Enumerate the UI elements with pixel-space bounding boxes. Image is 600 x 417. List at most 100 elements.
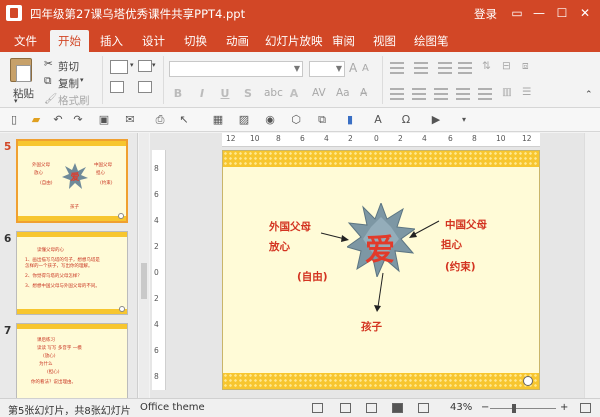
new-slide-icon[interactable] [110,60,128,74]
copy-dropdown-icon[interactable]: ▾ [80,76,84,84]
shapes-icon[interactable]: ⬡ [288,112,304,128]
line-spacing-icon[interactable]: ☰ [522,86,531,98]
ribbon-separator [382,56,383,104]
clear-format-icon[interactable]: A̶ [360,87,367,99]
copy-icon[interactable]: ⧉ [44,75,52,88]
redo-icon[interactable]: ↷ [70,112,86,128]
distributed-icon[interactable] [478,88,492,100]
text-direction-icon[interactable]: ⇅ [482,60,491,72]
undo-icon[interactable]: ↶ [50,112,66,128]
zoom-in-button[interactable]: + [560,402,568,413]
decrease-indent-icon[interactable] [438,62,452,74]
font-size-field[interactable]: ▼ [309,61,345,77]
bold-button[interactable]: B [171,87,185,101]
pointer-icon[interactable]: ↖ [176,112,192,128]
save-icon[interactable]: ▣ [96,112,112,128]
ribbon-display-icon[interactable]: ▭ [508,4,526,22]
slide-sorter-icon[interactable] [340,403,351,413]
section-icon[interactable] [138,81,152,93]
zoom-slider-handle[interactable] [512,404,516,413]
powerpoint-app-icon[interactable] [6,5,22,21]
shrink-font-icon[interactable]: A [362,63,369,74]
slide-thumbnail-6[interactable]: 读懂父母的心 1、画出描写乌塔的句子，想想乌塔是 怎样的一个孩子，写出你的理解。… [16,231,128,315]
close-icon[interactable]: ✕ [576,4,594,22]
tab-drawing-pen[interactable]: 绘图笔 [406,30,457,52]
columns-icon[interactable]: ▥ [502,86,512,98]
tab-slideshow[interactable]: 幻灯片放映 [257,30,331,52]
layout-dropdown-icon[interactable]: ▾ [152,61,156,69]
zoom-out-button[interactable]: − [481,402,489,413]
reading-view-icon[interactable] [418,403,429,413]
slide-thumbnail-7[interactable]: 课后练习 读读 写写 多音字 一模 (放心) 为什么 (担心) 你的看法？说出理… [16,323,128,398]
email-icon[interactable]: ✉ [122,112,138,128]
camera-icon[interactable]: ◉ [262,112,278,128]
align-text-icon[interactable]: ⊟ [502,60,511,72]
char-spacing-icon[interactable]: AV [312,87,326,99]
fit-to-window-icon[interactable] [580,403,591,413]
maximize-icon[interactable]: ☐ [553,4,571,22]
format-painter-icon[interactable]: 🖌 [44,92,57,105]
tab-file[interactable]: 文件 [6,30,45,52]
slide-thumbnail-5[interactable]: 外国父母 放心 (自由) 中国父母 担心 (约束) 孩子 爱 [16,139,128,223]
tab-insert[interactable]: 插入 [92,30,131,52]
align-left-icon[interactable] [390,88,404,100]
collapse-ribbon-icon[interactable]: ⌃ [585,90,593,100]
editor-scrollbar[interactable] [584,133,600,398]
zoom-slider[interactable] [490,408,556,409]
new-slide-dropdown-icon[interactable]: ▾ [130,61,134,69]
italic-button[interactable]: I [195,87,209,101]
strikethrough-icon[interactable]: abc [264,87,283,99]
customize-toolbar-icon[interactable]: ▾ [456,112,472,128]
numbering-icon[interactable] [414,62,428,74]
video-icon[interactable]: ▶ [428,112,444,128]
ruler-tick: 6 [154,346,159,355]
layout-icon[interactable] [138,60,152,72]
normal-view-icon[interactable] [392,403,403,413]
thumb-text: 2、你觉得乌塔的父母怎样？ [25,274,82,279]
cut-button[interactable]: 剪切 [58,59,79,74]
format-painter-button[interactable]: 格式刷 [58,93,90,108]
current-slide[interactable]: 外国父母 放心 (自由) 中国父母 担心 (约束) 孩子 爱 [222,150,540,390]
print-icon[interactable]: ⎙ [152,112,168,128]
slideshow-view-icon[interactable] [312,403,323,413]
minimize-icon[interactable]: — [530,4,548,22]
smartart-insert-icon[interactable]: ⧉ [314,112,330,128]
smartart-icon[interactable]: ⧈ [522,60,529,73]
font-color-button[interactable]: A [287,87,301,101]
increase-indent-icon[interactable] [458,62,472,74]
thumbnail-scrollbar[interactable] [139,133,149,398]
bullets-icon[interactable] [390,62,404,74]
scrollbar-thumb[interactable] [141,263,147,299]
underline-button[interactable]: U [218,87,232,101]
thumb-band [17,309,127,314]
chart-icon[interactable]: ▮ [342,112,358,128]
notes-view-icon[interactable] [366,403,377,413]
table-icon[interactable]: ▦ [210,112,226,128]
new-file-icon[interactable]: ▯ [6,112,22,128]
copy-button[interactable]: 复制 [58,76,79,91]
zoom-level[interactable]: 43% [450,402,472,413]
change-case-icon[interactable]: Aa [336,87,350,99]
font-name-field[interactable]: ▼ [169,61,303,77]
grow-font-icon[interactable]: A [349,61,357,75]
align-right-icon[interactable] [434,88,448,100]
justify-icon[interactable] [456,88,470,100]
reset-icon[interactable] [110,81,124,93]
textbox-icon[interactable]: A [370,112,386,128]
tab-design[interactable]: 设计 [134,30,173,52]
login-button[interactable]: 登录 [474,6,497,22]
tab-view[interactable]: 视图 [365,30,404,52]
align-center-icon[interactable] [412,88,426,100]
shadow-button[interactable]: S [241,87,255,101]
ruler-tick: 8 [472,134,477,143]
tab-animations[interactable]: 动画 [218,30,257,52]
symbol-icon[interactable]: Ω [398,112,414,128]
image-icon[interactable]: ▨ [236,112,252,128]
tab-home[interactable]: 开始 [50,30,89,52]
paste-icon[interactable] [10,58,32,82]
open-folder-icon[interactable]: ▰ [28,112,44,128]
tab-transitions[interactable]: 切换 [176,30,215,52]
cut-icon[interactable]: ✂ [44,58,53,70]
paste-dropdown-icon[interactable]: ▾ [14,97,18,105]
tab-review[interactable]: 审阅 [324,30,363,52]
